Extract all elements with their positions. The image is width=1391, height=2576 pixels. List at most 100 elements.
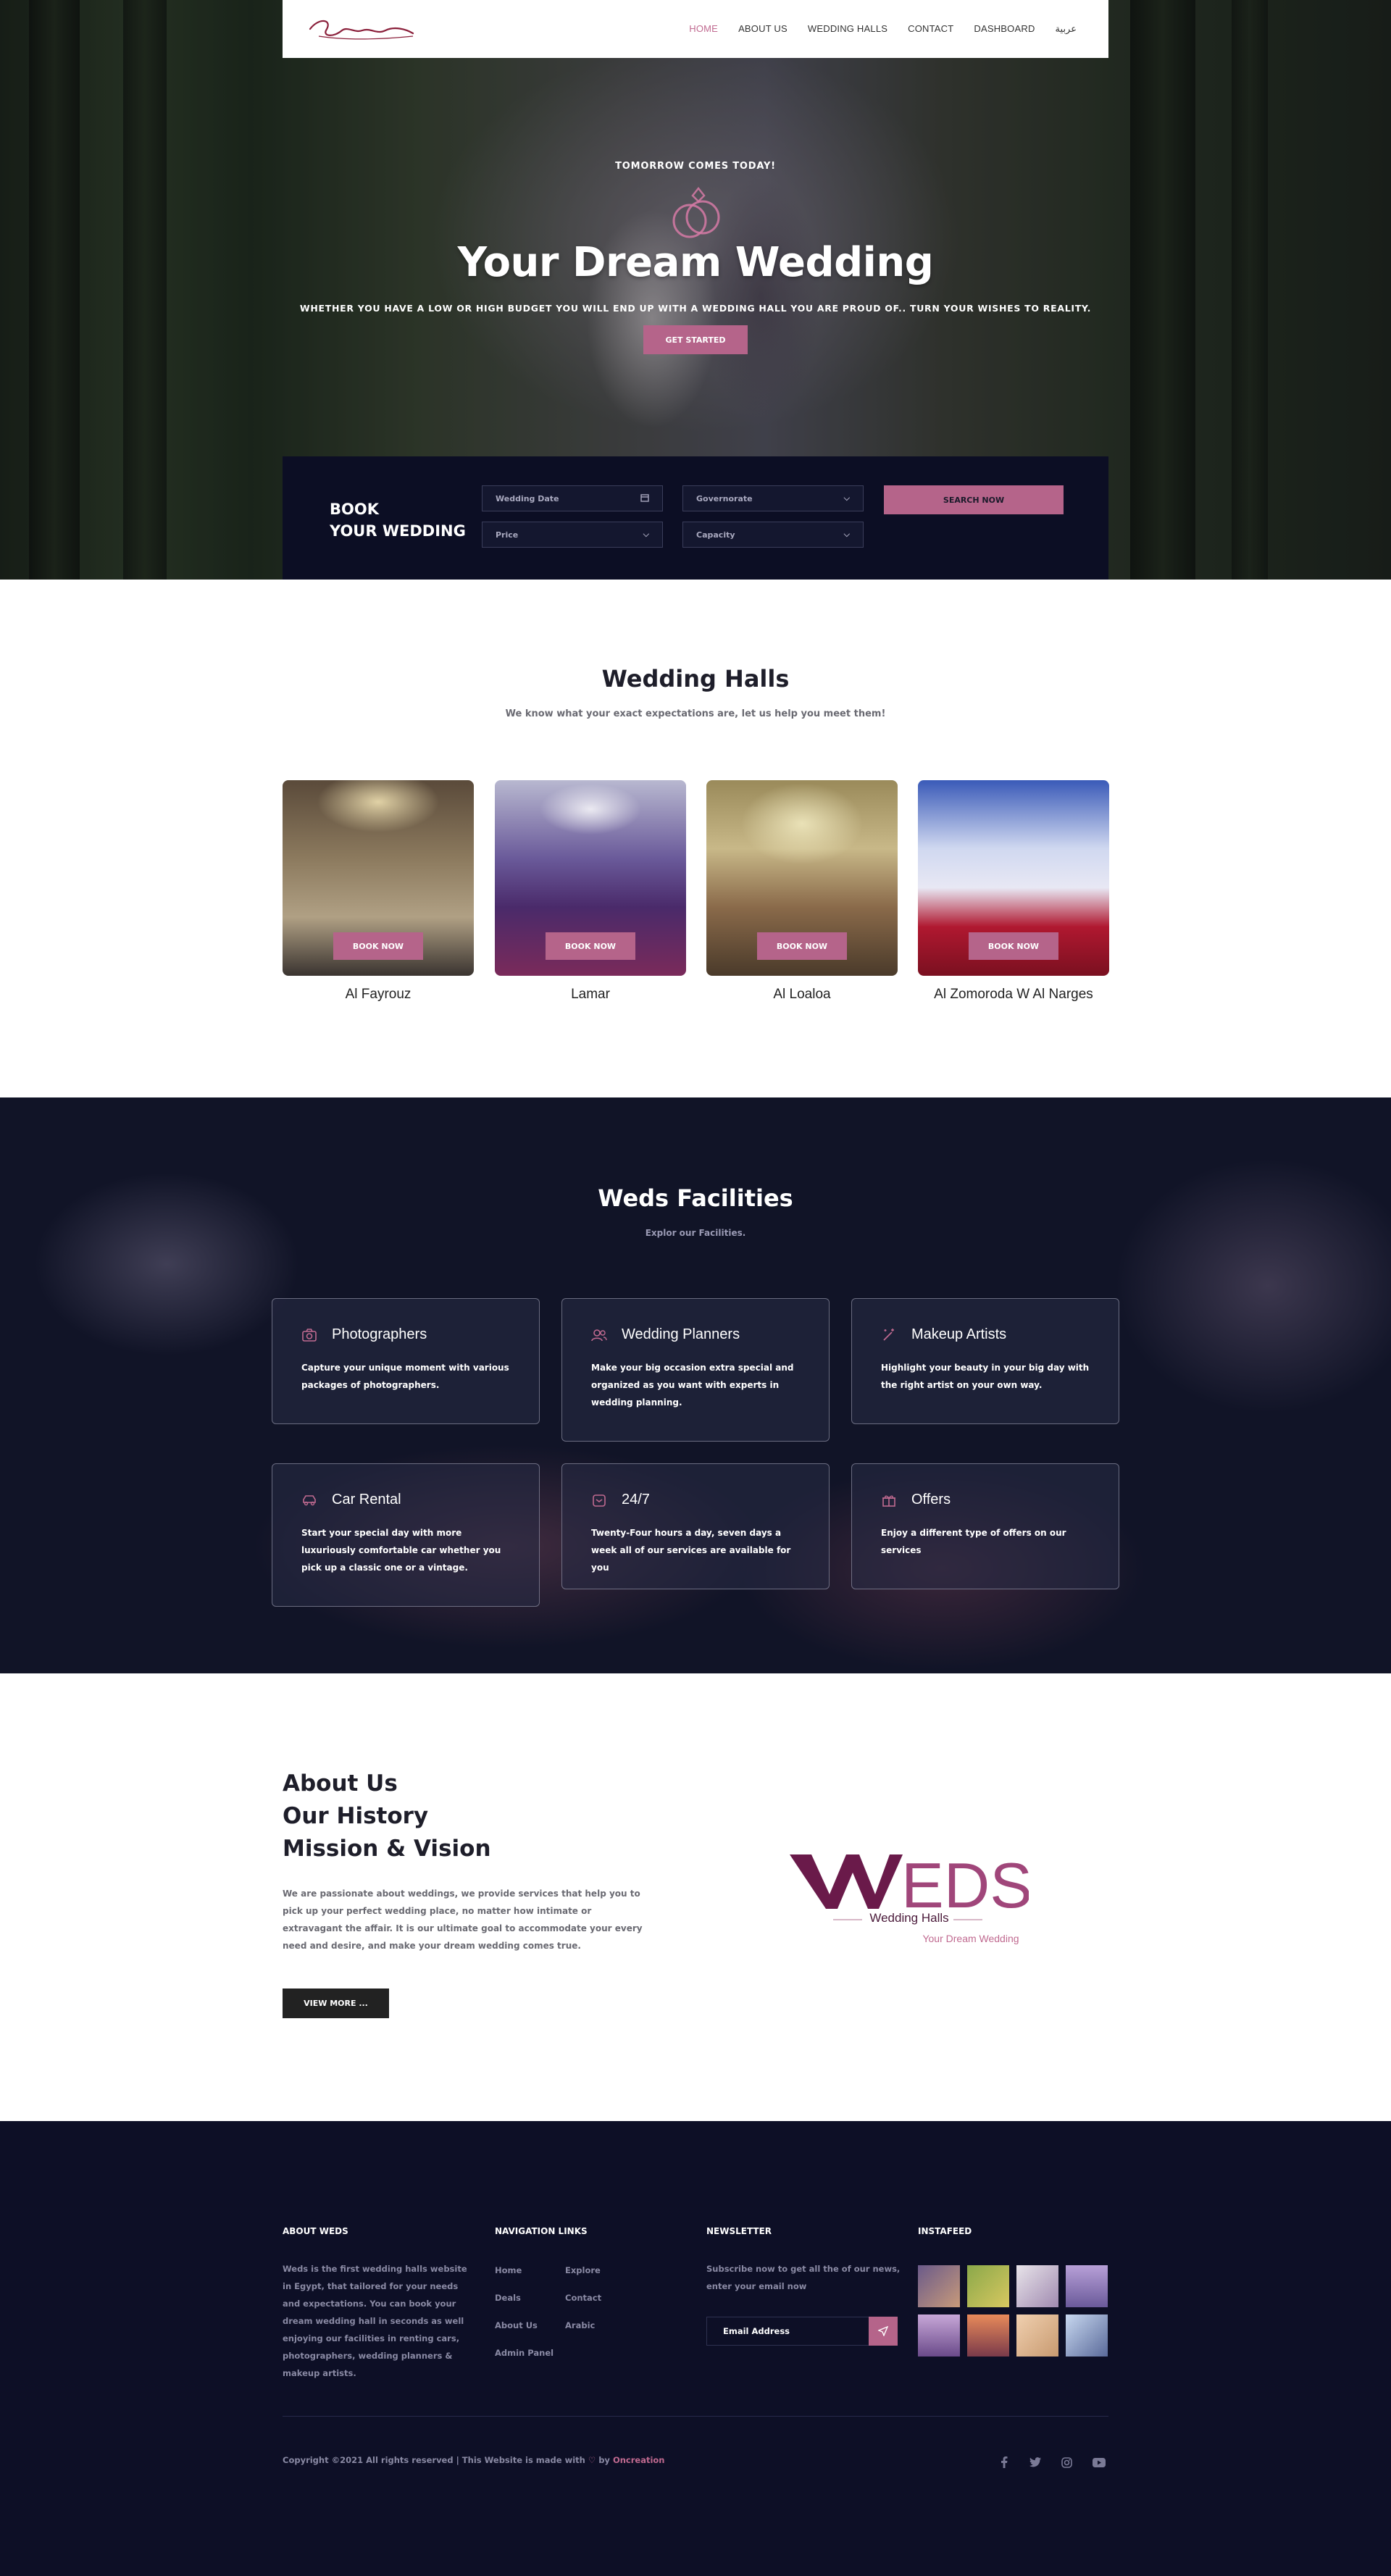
nav-about-us[interactable]: ABOUT US — [728, 23, 798, 35]
facility-card: Photographers Capture your unique moment… — [272, 1298, 540, 1424]
hall-name[interactable]: Al Zomoroda W Al Narges — [918, 987, 1109, 1003]
facilities-subtitle: Explor our Facilities. — [645, 1228, 746, 1238]
hero-title: Your Dream Wedding — [457, 239, 934, 286]
copyright-brand-link[interactable]: Oncreation — [613, 2455, 665, 2465]
booking-title-line2: YOUR WEDDING — [330, 522, 466, 540]
insta-image[interactable] — [1016, 2265, 1058, 2307]
youtube-icon[interactable] — [1093, 2456, 1106, 2469]
nav-home[interactable]: HOME — [679, 23, 728, 35]
email-placeholder: Email Address — [723, 2326, 790, 2336]
governorate-label: Governorate — [696, 493, 753, 503]
hero-kicker: TOMORROW COMES TODAY! — [615, 161, 776, 172]
get-started-button[interactable]: GET STARTED — [643, 325, 748, 354]
governorate-select[interactable]: Governorate ⌵ — [682, 485, 864, 511]
wedding-date-placeholder: Wedding Date — [496, 493, 559, 503]
footer-link-about-us[interactable]: About Us — [495, 2320, 538, 2330]
gift-icon — [881, 1492, 897, 1508]
booking-form: BOOK YOUR WEDDING Wedding Date Governora… — [283, 456, 1108, 580]
footer-newsletter-text: Subscribe now to get all the of our news… — [706, 2264, 901, 2291]
about-text: We are passionate about weddings, we pro… — [283, 1889, 643, 1951]
facility-card: Makeup Artists Highlight your beauty in … — [851, 1298, 1119, 1424]
users-icon — [591, 1327, 607, 1343]
hall-card[interactable]: BOOK NOW — [918, 780, 1109, 976]
facilities-section: Weds Facilities Explor our Facilities. P… — [0, 1097, 1391, 1673]
copyright: Copyright ©2021 All rights reserved | Th… — [283, 2455, 664, 2465]
instagram-icon[interactable] — [1060, 2456, 1073, 2469]
capacity-select[interactable]: Capacity ⌵ — [682, 522, 864, 548]
clock-24-icon — [591, 1492, 607, 1508]
about-heading-line2: Our History — [283, 1803, 429, 1829]
logo-script-icon — [309, 20, 414, 40]
magic-wand-icon — [881, 1327, 897, 1343]
facility-text: Start your special day with more luxurio… — [301, 1528, 501, 1573]
price-select[interactable]: Price ⌵ — [482, 522, 663, 548]
about-heading-line1: About Us — [283, 1770, 398, 1797]
nav-language-arabic[interactable]: عربية — [1045, 23, 1087, 35]
wedding-date-input[interactable]: Wedding Date — [482, 485, 663, 511]
footer-link-deals[interactable]: Deals — [495, 2293, 521, 2303]
nav-dashboard[interactable]: DASHBOARD — [964, 23, 1045, 35]
facility-text: Highlight your beauty in your big day wi… — [881, 1363, 1090, 1390]
facility-title: Wedding Planners — [622, 1326, 740, 1342]
footer-about-text: Weds is the first wedding halls website … — [283, 2264, 467, 2378]
book-now-button[interactable]: BOOK NOW — [969, 932, 1058, 960]
book-now-button[interactable]: BOOK NOW — [546, 932, 635, 960]
halls-subtitle: We know what your exact expectations are… — [505, 708, 886, 719]
nav-wedding-halls[interactable]: WEDDING HALLS — [798, 23, 898, 35]
paper-plane-icon — [878, 2326, 888, 2336]
twitter-icon[interactable] — [1029, 2456, 1042, 2469]
newsletter-submit-button[interactable] — [869, 2317, 898, 2346]
hall-card[interactable]: BOOK NOW — [495, 780, 686, 976]
facility-text: Make your big occasion extra special and… — [591, 1363, 794, 1408]
halls-title: Wedding Halls — [601, 665, 790, 693]
hero-section: HOME ABOUT US WEDDING HALLS CONTACT DASH… — [0, 0, 1391, 580]
footer-about-title: ABOUT WEDS — [283, 2226, 348, 2236]
hall-name[interactable]: Lamar — [495, 987, 686, 1003]
facebook-icon[interactable] — [998, 2456, 1011, 2469]
footer-link-contact[interactable]: Contact — [565, 2293, 601, 2303]
facility-text: Capture your unique moment with various … — [301, 1363, 509, 1390]
heart-icon: ♡ — [588, 2455, 596, 2465]
hall-card[interactable]: BOOK NOW — [706, 780, 898, 976]
footer-link-admin-panel[interactable]: Admin Panel — [495, 2348, 554, 2358]
insta-image[interactable] — [918, 2314, 960, 2357]
facility-card: Wedding Planners Make your big occasion … — [561, 1298, 830, 1442]
nav-contact[interactable]: CONTACT — [898, 23, 964, 35]
facility-card: 24/7 Twenty-Four hours a day, seven days… — [561, 1463, 830, 1589]
footer-insta-title: INSTAFEED — [918, 2226, 972, 2236]
calendar-icon — [640, 493, 649, 504]
footer-link-explore[interactable]: Explore — [565, 2265, 601, 2275]
hall-name[interactable]: Al Fayrouz — [283, 987, 474, 1003]
insta-image[interactable] — [967, 2314, 1009, 2357]
footer-link-home[interactable]: Home — [495, 2265, 522, 2275]
facility-title: Offers — [911, 1492, 951, 1507]
camera-icon — [301, 1327, 317, 1343]
about-heading: About Us Our History Mission & Vision — [283, 1768, 491, 1865]
facility-title: Makeup Artists — [911, 1326, 1007, 1342]
hall-card[interactable]: BOOK NOW — [283, 780, 474, 976]
facility-title: Photographers — [332, 1326, 427, 1342]
copyright-text: Copyright ©2021 All rights reserved | Th… — [283, 2455, 585, 2465]
weds-logo: EDS Wedding Halls Your Dream Wedding — [790, 1840, 1032, 1956]
search-now-button[interactable]: SEARCH NOW — [884, 485, 1064, 514]
insta-image[interactable] — [1066, 2314, 1108, 2357]
copyright-by: by — [598, 2455, 610, 2465]
facility-text: Twenty-Four hours a day, seven days a we… — [591, 1528, 791, 1573]
site-logo[interactable] — [304, 14, 420, 43]
book-now-button[interactable]: BOOK NOW — [757, 932, 847, 960]
insta-image[interactable] — [1066, 2265, 1108, 2307]
insta-image[interactable] — [967, 2265, 1009, 2307]
footer-nav-title: NAVIGATION LINKS — [495, 2226, 588, 2236]
insta-image[interactable] — [1016, 2314, 1058, 2357]
insta-image[interactable] — [918, 2265, 960, 2307]
view-more-button[interactable]: VIEW MORE ... — [283, 1989, 389, 2018]
nav-links: HOME ABOUT US WEDDING HALLS CONTACT DASH… — [679, 23, 1087, 35]
chevron-down-icon: ⌵ — [643, 530, 649, 539]
facility-card: Car Rental Start your special day with m… — [272, 1463, 540, 1607]
footer-link-arabic[interactable]: Arabic — [565, 2320, 595, 2330]
chevron-down-icon: ⌵ — [843, 530, 850, 539]
logo-tagline: Your Dream Wedding — [922, 1933, 1019, 1944]
hall-name[interactable]: Al Loaloa — [706, 987, 898, 1003]
book-now-button[interactable]: BOOK NOW — [333, 932, 423, 960]
hero-subtitle: WHETHER YOU HAVE A LOW OR HIGH BUDGET YO… — [299, 303, 1092, 314]
